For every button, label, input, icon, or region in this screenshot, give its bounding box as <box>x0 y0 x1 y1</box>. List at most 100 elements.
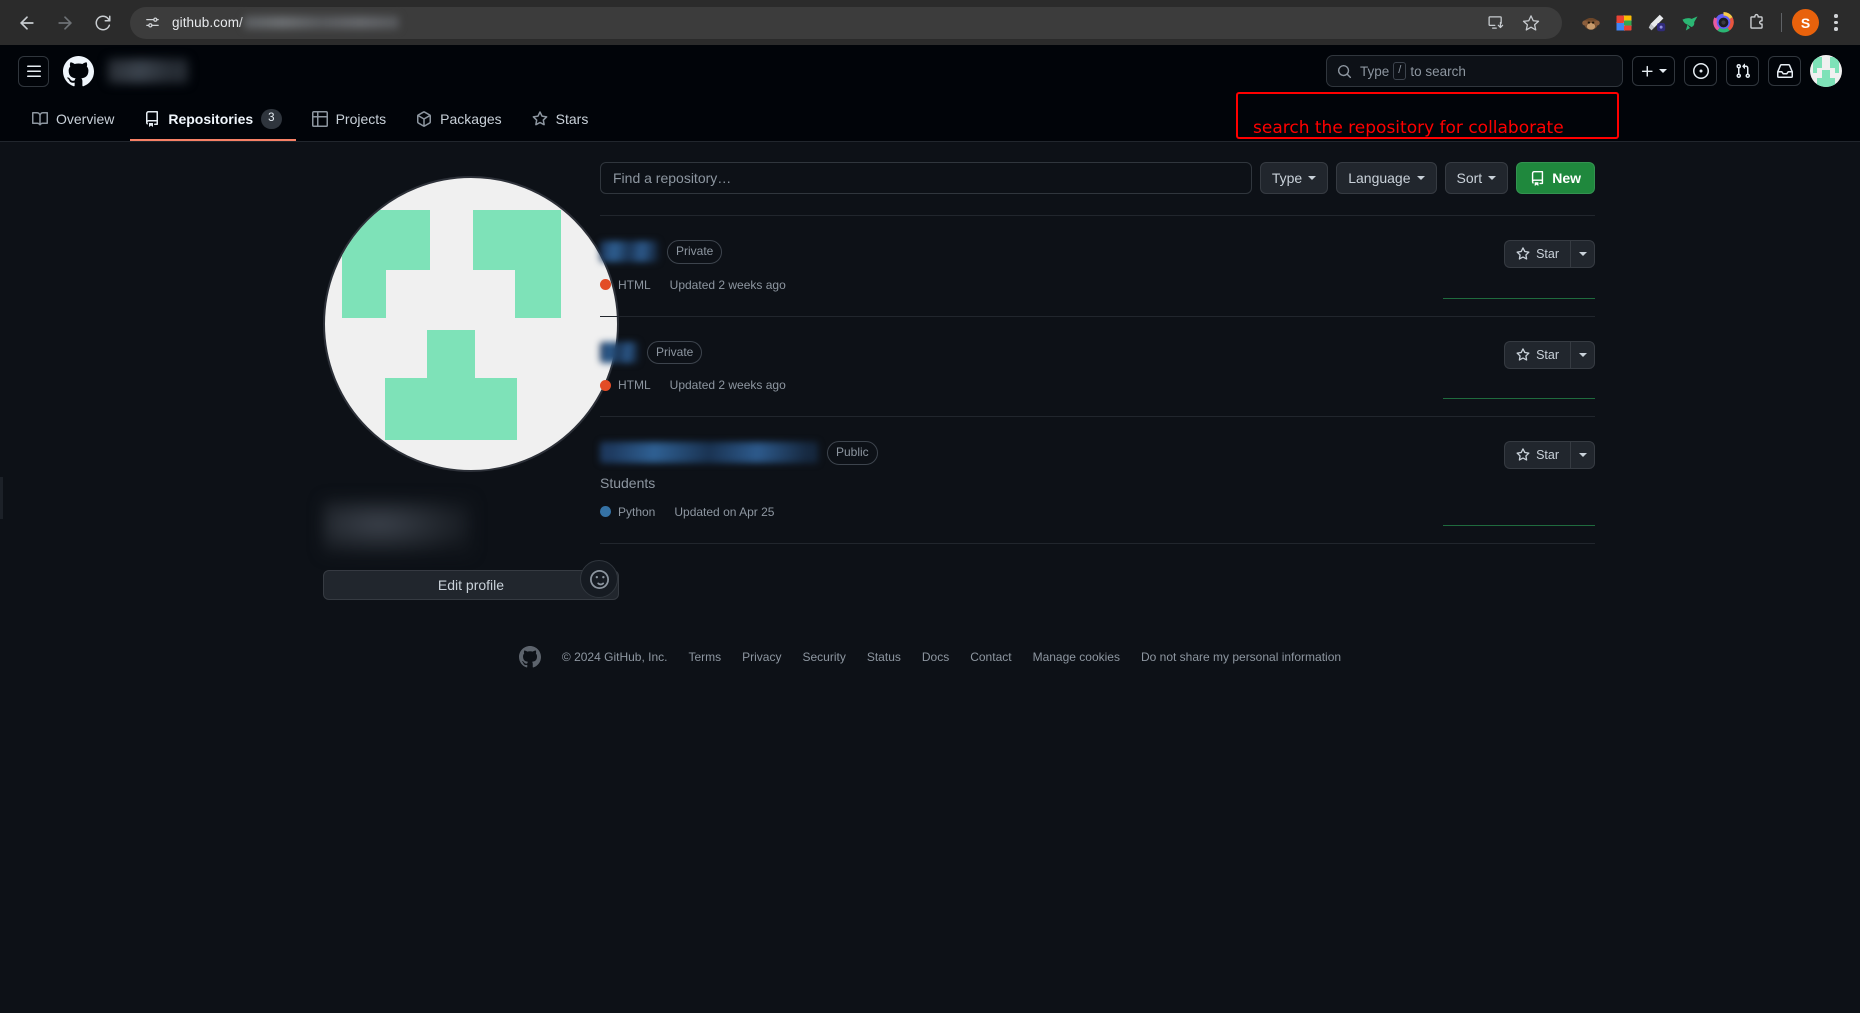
footer-link-terms[interactable]: Terms <box>688 650 721 664</box>
star-dropdown-button[interactable] <box>1570 441 1595 470</box>
footer-link-docs[interactable]: Docs <box>922 650 949 664</box>
edit-profile-button[interactable]: Edit profile <box>323 570 619 600</box>
star-button[interactable]: Star <box>1504 340 1570 369</box>
star-dropdown-button[interactable] <box>1570 340 1595 369</box>
star-dropdown-button[interactable] <box>1570 240 1595 268</box>
type-filter-button[interactable]: Type <box>1259 162 1329 194</box>
repository-name-redacted[interactable] <box>600 341 638 363</box>
footer-link-manage-cookies[interactable]: Manage cookies <box>1033 650 1120 664</box>
chevron-down-icon <box>1416 176 1425 180</box>
chevron-down-icon <box>1659 69 1667 73</box>
install-app-icon[interactable] <box>1478 6 1512 40</box>
profile-layout: Edit profile Type Language Sort <box>0 142 1860 600</box>
repository-title-row: Private <box>600 340 1488 365</box>
language-filter-label: Language <box>1348 170 1411 186</box>
inbox-icon <box>1776 64 1793 78</box>
issues-button[interactable] <box>1684 56 1717 86</box>
repository-name-redacted[interactable] <box>600 241 658 263</box>
github-header: Type / to search <box>0 45 1860 139</box>
bookmark-star-icon[interactable] <box>1514 6 1548 40</box>
footer-link-status[interactable]: Status <box>867 650 901 664</box>
back-arrow-icon[interactable] <box>10 6 44 40</box>
repository-name-redacted[interactable] <box>600 442 818 464</box>
monkey-extension-icon[interactable] <box>1576 8 1606 38</box>
repository-list-item: Private HTML Updated 2 weeks ago Star <box>600 315 1595 417</box>
copyright-text: © 2024 GitHub, Inc. <box>561 650 668 664</box>
browser-toolbar: github.com/ S <box>0 0 1860 45</box>
url-redacted-block <box>243 16 399 29</box>
repository-title-row: Public <box>600 441 1488 465</box>
profile-avatar[interactable] <box>323 176 619 472</box>
repository-list-end-divider <box>600 542 1595 544</box>
chevron-down-icon <box>1578 252 1587 256</box>
sort-filter-label: Sort <box>1456 170 1483 186</box>
footer-link-security[interactable]: Security <box>802 650 845 664</box>
star-label: Star <box>1536 347 1559 362</box>
hamburger-menu-icon[interactable] <box>18 55 49 87</box>
star-button[interactable]: Star <box>1504 240 1570 268</box>
repository-language: HTML <box>600 278 651 292</box>
tab-packages[interactable]: Packages <box>402 99 515 141</box>
tab-projects[interactable]: Projects <box>298 99 401 141</box>
site-settings-icon[interactable] <box>144 14 161 31</box>
tab-overview[interactable]: Overview <box>18 99 128 141</box>
star-icon <box>1516 347 1530 361</box>
pull-requests-button[interactable] <box>1726 56 1759 86</box>
star-button-group: Star <box>1504 240 1595 292</box>
chevron-down-icon <box>1578 352 1587 357</box>
chevron-down-icon <box>1308 176 1317 180</box>
create-new-button[interactable] <box>1632 56 1675 86</box>
tab-label: Repositories <box>168 111 254 127</box>
language-label: HTML <box>618 277 651 292</box>
search-input[interactable]: Type / to search <box>1326 55 1623 87</box>
find-repository-input[interactable] <box>600 162 1252 194</box>
reload-icon[interactable] <box>86 6 120 40</box>
footer-link-privacy[interactable]: Privacy <box>742 650 781 664</box>
star-label: Star <box>1536 247 1559 261</box>
chevron-down-icon <box>1578 453 1587 458</box>
language-color-dot <box>600 379 611 391</box>
type-filter-label: Type <box>1271 170 1303 186</box>
star-button[interactable]: Star <box>1504 441 1570 470</box>
tab-stars[interactable]: Stars <box>518 99 603 141</box>
extensions-tray: S <box>1570 8 1850 38</box>
tab-label: Overview <box>56 111 115 127</box>
repository-updated: Updated 2 weeks ago <box>669 277 786 292</box>
puzzle-extensions-icon[interactable] <box>1741 8 1771 38</box>
kebab-menu-icon[interactable] <box>1822 8 1850 38</box>
browser-profile-avatar[interactable]: S <box>1792 9 1819 36</box>
repository-list-item: Public Students Python Updated on Apr 25 <box>600 416 1595 543</box>
repository-info: Private HTML Updated 2 weeks ago <box>600 340 1488 393</box>
address-bar[interactable]: github.com/ <box>130 6 1562 40</box>
user-avatar[interactable] <box>1810 55 1842 87</box>
footer-link-do-not-share[interactable]: Do not share my personal information <box>1141 650 1341 664</box>
plus-icon <box>1641 65 1653 77</box>
repository-list-item: Private HTML Updated 2 weeks ago Star <box>600 215 1595 316</box>
inbox-button[interactable] <box>1768 56 1801 86</box>
repository-meta: HTML Updated 2 weeks ago <box>600 278 1488 292</box>
github-mark-icon[interactable] <box>63 55 94 87</box>
tab-repositories[interactable]: Repositories 3 <box>130 99 296 141</box>
sort-filter-button[interactable]: Sort <box>1444 162 1509 194</box>
repository-language: HTML <box>600 378 651 392</box>
footer-link-contact[interactable]: Contact <box>970 650 1011 664</box>
new-repository-button[interactable]: New <box>1516 162 1595 194</box>
tab-label: Packages <box>440 111 502 127</box>
page-footer: © 2024 GitHub, Inc. Terms Privacy Securi… <box>0 600 1860 668</box>
language-filter-button[interactable]: Language <box>1336 162 1437 194</box>
star-label: Star <box>1536 448 1559 463</box>
loom-extension-icon[interactable] <box>1708 8 1738 38</box>
google-sheets-extension-icon[interactable] <box>1609 8 1639 38</box>
grammarly-extension-icon[interactable] <box>1642 8 1672 38</box>
forward-arrow-icon[interactable] <box>48 6 82 40</box>
tab-label: Projects <box>335 111 387 127</box>
smiley-icon[interactable] <box>580 560 618 598</box>
profile-nav-tabs: Overview Repositories 3 Projects Package… <box>0 97 1860 142</box>
jumpcut-extension-icon[interactable] <box>1675 8 1705 38</box>
repository-meta: Python Updated on Apr 25 <box>600 505 1488 519</box>
profile-sidebar: Edit profile <box>0 162 619 600</box>
repository-updated: Updated 2 weeks ago <box>669 378 786 393</box>
repository-title-row: Private <box>600 240 1488 264</box>
repository-description: Students <box>600 474 656 491</box>
package-icon <box>417 111 432 127</box>
